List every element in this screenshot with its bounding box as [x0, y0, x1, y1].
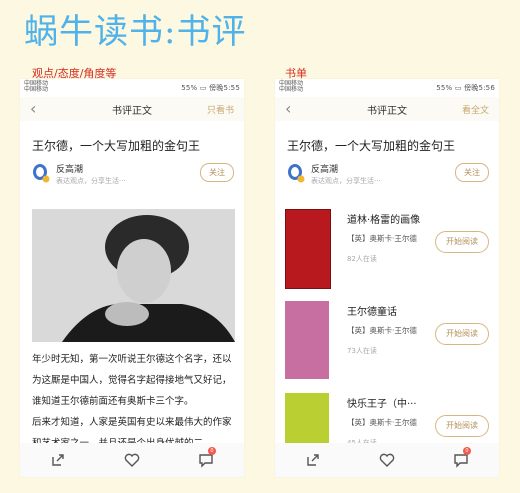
like-icon[interactable]	[124, 452, 140, 468]
book-title[interactable]: 道林·格雷的画像	[347, 211, 420, 226]
share-icon[interactable]	[50, 452, 66, 468]
carrier-2: 中国移动	[279, 86, 304, 93]
reader-count: 73人在读	[347, 347, 377, 355]
book-author: 【英】奥斯卡·王尔德	[347, 326, 417, 335]
book-cover[interactable]	[285, 209, 331, 289]
start-reading-button[interactable]: 开始阅读	[435, 323, 489, 345]
status-time: 55% ▭ 傍晚5:56	[436, 84, 495, 92]
nav-bar: ‹ 书评正文 只看书	[20, 97, 244, 121]
comment-badge: 0	[208, 447, 216, 455]
left-phone-screen: 中国移动 中国移动 55% ▭ 傍晚5:55 ‹ 书评正文 只看书 王尔德，一个大…	[20, 79, 244, 477]
book-item[interactable]: 王尔德童话 【英】奥斯卡·王尔德 73人在读 开始阅读	[285, 301, 489, 381]
book-item[interactable]: 道林·格雷的画像 【英】奥斯卡·王尔德 82人在读 开始阅读	[285, 209, 489, 289]
author-portrait-image	[32, 209, 235, 342]
follow-button[interactable]: 关注	[455, 163, 489, 182]
article-paragraph: 年少时无知，第一次听说王尔德这个名字，还以为这厮是中国人，觉得名字起得接地气又好…	[32, 354, 232, 407]
bottom-action-bar: 0	[20, 443, 244, 477]
avatar[interactable]	[32, 163, 50, 183]
author-name[interactable]: 反高潮	[311, 162, 338, 175]
book-author: 【英】奥斯卡·王尔德	[347, 234, 417, 243]
status-time: 55% ▭ 傍晚5:55	[181, 84, 240, 92]
book-title[interactable]: 王尔德童话	[347, 303, 397, 318]
status-bar: 中国移动 中国移动 55% ▭ 傍晚5:56	[275, 79, 499, 97]
article-title: 王尔德，一个大写加粗的金句王	[287, 139, 456, 153]
author-row: 反高潮 表达观点，分享生活··· 关注	[32, 161, 234, 189]
article-title: 王尔德，一个大写加粗的金句王	[32, 139, 201, 153]
like-icon[interactable]	[379, 452, 395, 468]
right-phone-screen: 中国移动 中国移动 55% ▭ 傍晚5:56 ‹ 书评正文 看全文 王尔德，一个大…	[275, 79, 499, 477]
book-title[interactable]: 快乐王子（中···	[347, 395, 417, 410]
book-author: 【英】奥斯卡·王尔德	[347, 418, 417, 427]
only-books-button[interactable]: 只看书	[207, 103, 234, 116]
view-full-text-button[interactable]: 看全文	[462, 103, 489, 116]
reader-count: 82人在读	[347, 255, 377, 263]
avatar[interactable]	[287, 163, 305, 183]
nav-bar: ‹ 书评正文 看全文	[275, 97, 499, 121]
author-subtitle: 表达观点，分享生活···	[56, 177, 126, 185]
comment-badge: 0	[463, 447, 471, 455]
author-row: 反高潮 表达观点，分享生活··· 关注	[287, 161, 489, 189]
author-subtitle: 表达观点，分享生活···	[311, 177, 381, 185]
status-bar: 中国移动 中国移动 55% ▭ 傍晚5:55	[20, 79, 244, 97]
start-reading-button[interactable]: 开始阅读	[435, 415, 489, 437]
carrier-2: 中国移动	[24, 86, 49, 93]
page-title: 蜗牛读书:书评	[24, 12, 247, 52]
share-icon[interactable]	[305, 452, 321, 468]
bottom-action-bar: 0	[275, 443, 499, 477]
start-reading-button[interactable]: 开始阅读	[435, 231, 489, 253]
article-body: 年少时无知，第一次听说王尔德这个名字，还以为这厮是中国人，觉得名字起得接地气又好…	[32, 349, 235, 454]
author-name[interactable]: 反高潮	[56, 162, 83, 175]
book-cover[interactable]	[285, 301, 329, 379]
follow-button[interactable]: 关注	[200, 163, 234, 182]
